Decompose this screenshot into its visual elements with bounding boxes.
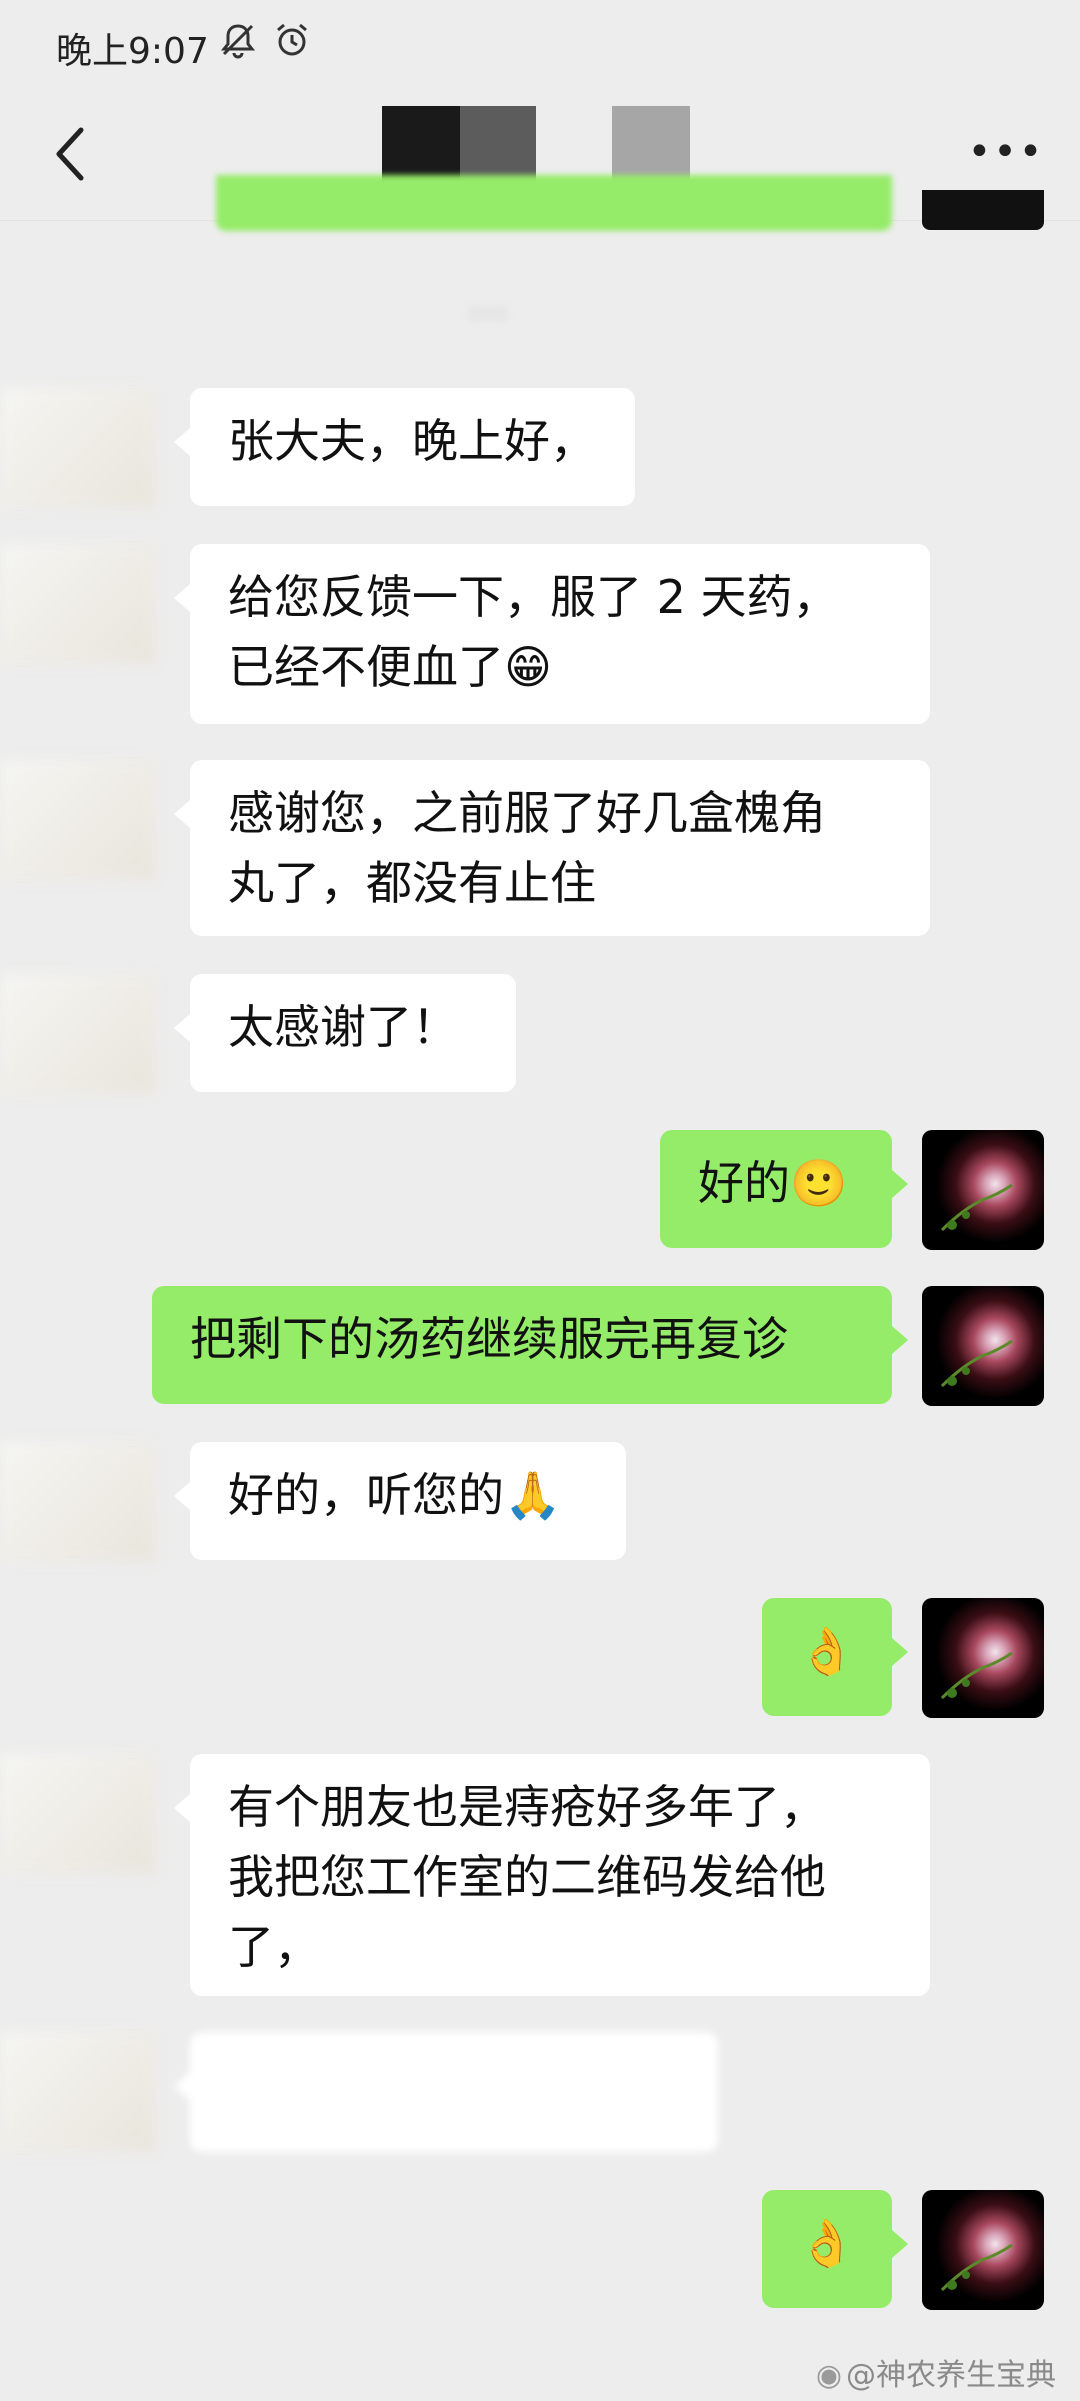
my-avatar[interactable]	[922, 1598, 1044, 1718]
my-avatar[interactable]	[922, 1130, 1044, 1250]
message-bubble-incoming[interactable]: 太感谢了！	[174, 974, 516, 1092]
message-bubble-incoming[interactable]: 给您反馈一下，服了 2 天药， 已经不便血了😁	[174, 544, 930, 724]
previous-message-bubble[interactable]	[216, 175, 892, 231]
status-time: 晚上9:07	[56, 31, 209, 72]
message-bubble-incoming[interactable]: 好的，听您的🙏	[174, 1442, 626, 1560]
more-options-button[interactable]: •••	[966, 122, 1046, 182]
message-bubble-outgoing[interactable]: 把剩下的汤药继续服完再复诊	[152, 1286, 908, 1404]
message-bubble-outgoing[interactable]: 👌	[762, 2190, 908, 2308]
message-bubble-incoming[interactable]: 有个朋友也是痔疮好多年了， 我把您工作室的二维码发给他 了，	[174, 1754, 930, 1996]
contact-avatar[interactable]	[0, 388, 155, 508]
bell-off-icon	[218, 20, 258, 69]
timestamp	[468, 306, 508, 322]
message-bubble-incoming[interactable]: 张大夫，晚上好，	[174, 388, 635, 506]
contact-avatar[interactable]	[0, 544, 155, 664]
chat-title-redacted	[382, 106, 460, 184]
weibo-logo-icon: ◉	[815, 2358, 842, 2393]
contact-avatar[interactable]	[0, 760, 155, 880]
message-bubble-outgoing[interactable]: 好的🙂	[660, 1130, 908, 1248]
message-bubble-outgoing[interactable]: 👌	[762, 1598, 908, 1716]
status-bar: 晚上9:07	[0, 0, 1080, 92]
chat-title-redacted	[460, 106, 536, 184]
message-bubble-incoming[interactable]	[174, 2032, 718, 2152]
my-avatar[interactable]	[922, 190, 1044, 230]
contact-avatar[interactable]	[0, 2032, 155, 2152]
message-bubble-incoming[interactable]: 感谢您，之前服了好几盒槐角 丸了，都没有止住	[174, 760, 930, 936]
watermark: ◉ @神农养生宝典	[816, 2350, 1056, 2394]
my-avatar[interactable]	[922, 1286, 1044, 1406]
chevron-left-icon	[56, 127, 84, 181]
contact-avatar[interactable]	[0, 974, 155, 1094]
alarm-clock-icon	[272, 20, 312, 69]
contact-avatar[interactable]	[0, 1442, 155, 1562]
back-button[interactable]	[36, 114, 106, 194]
contact-avatar[interactable]	[0, 1754, 155, 1874]
chat-title-redacted	[612, 106, 690, 184]
watermark-text: @神农养生宝典	[846, 2358, 1056, 2393]
my-avatar[interactable]	[922, 2190, 1044, 2310]
